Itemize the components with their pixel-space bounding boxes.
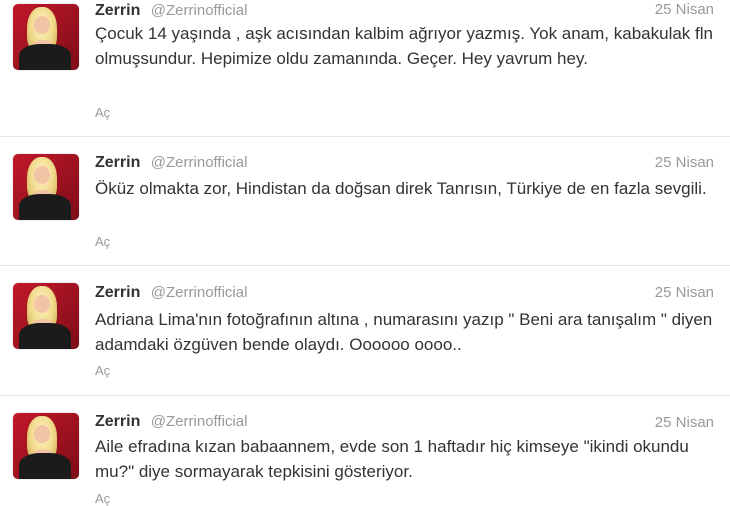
tweet-header: Zerrin @Zerrinofficial [95, 0, 247, 22]
tweet-header: Zerrin @Zerrinofficial [95, 282, 247, 304]
author-handle[interactable]: @Zerrinofficial [151, 413, 248, 430]
tweet-header: Zerrin @Zerrinofficial [95, 152, 247, 174]
author-handle[interactable]: @Zerrinofficial [151, 2, 248, 19]
timestamp[interactable]: 25 Nisan [655, 284, 714, 301]
avatar[interactable] [13, 154, 79, 220]
expand-link[interactable]: Aç [95, 234, 110, 249]
expand-link[interactable]: Aç [95, 491, 110, 506]
author-name[interactable]: Zerrin [95, 2, 140, 19]
timestamp[interactable]: 25 Nisan [655, 414, 714, 431]
avatar[interactable] [13, 413, 79, 479]
tweet[interactable]: Zerrin @Zerrinofficial 25 Nisan Öküz olm… [0, 138, 730, 266]
tweet-text: Aile efradına kızan babaannem, evde son … [95, 437, 689, 481]
tweet-header: Zerrin @Zerrinofficial [95, 411, 247, 433]
tweet[interactable]: Zerrin @Zerrinofficial 25 Nisan Çocuk 14… [0, 0, 730, 137]
tweet-text: Öküz olmakta zor, Hindistan da doğsan di… [95, 179, 707, 198]
expand-link[interactable]: Aç [95, 105, 110, 120]
tweet-text: Çocuk 14 yaşında , aşk acısından kalbim … [95, 24, 713, 68]
tweet-text: Adriana Lima'nın fotoğrafının altına , n… [95, 310, 713, 354]
timestamp[interactable]: 25 Nisan [655, 154, 714, 171]
avatar[interactable] [13, 283, 79, 349]
expand-link[interactable]: Aç [95, 363, 110, 378]
author-name[interactable]: Zerrin [95, 154, 140, 171]
tweet[interactable]: Zerrin @Zerrinofficial 25 Nisan Aile efr… [0, 397, 730, 506]
timestamp[interactable]: 25 Nisan [655, 1, 714, 18]
avatar[interactable] [13, 4, 79, 70]
author-handle[interactable]: @Zerrinofficial [151, 284, 248, 301]
tweet[interactable]: Zerrin @Zerrinofficial 25 Nisan Adriana … [0, 267, 730, 396]
author-name[interactable]: Zerrin [95, 413, 140, 430]
author-handle[interactable]: @Zerrinofficial [151, 154, 248, 171]
author-name[interactable]: Zerrin [95, 284, 140, 301]
tweet-feed: Zerrin @Zerrinofficial 25 Nisan Çocuk 14… [0, 0, 730, 506]
